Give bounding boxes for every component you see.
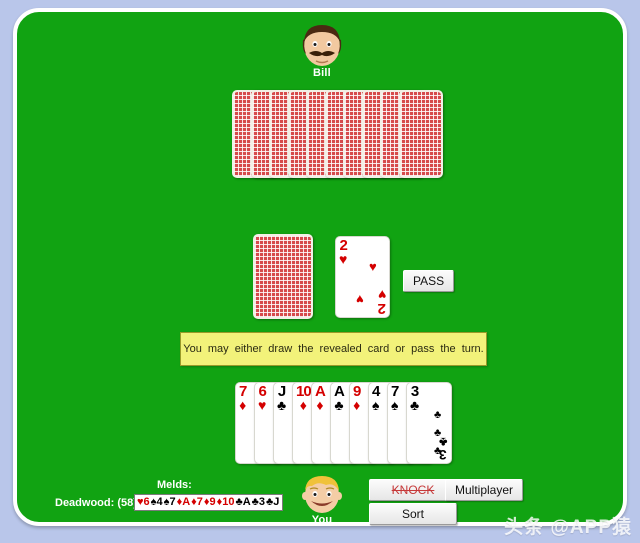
status-message-banner: You may either draw the revealed card or… — [180, 332, 487, 366]
opponent-avatar — [262, 20, 382, 66]
discard-pip-top: ♥ — [369, 259, 377, 274]
card-corner-index: 4 ♠ — [372, 384, 380, 413]
deadwood-card: ♦10 — [216, 496, 235, 508]
discard-rank-bottom: 2 — [378, 300, 386, 317]
player-avatar — [262, 473, 382, 513]
deadwood-label: Deadwood: (58) — [55, 497, 137, 509]
player-hand[interactable]: 7 ♦ 6 ♥ J ♣ 10 ♦ A ♦ A ♣ 9 ♦ 4 ♠ 7 ♠ 3 ♣ ♣ ♣ ♣ 3 ♣ — [235, 382, 452, 464]
deadwood-card-list: ♥6♠4♠7♦A♦7♦9♦10♣A♣3♣J — [134, 494, 284, 511]
opponent-avatar-block: Bill — [262, 20, 382, 79]
card-corner-index: 10 ♦ — [296, 384, 312, 413]
suit-icon: ♦ — [353, 397, 361, 413]
suit-icon: ♣ — [410, 397, 420, 413]
blond-boy-face-icon — [302, 476, 342, 513]
player-avatar-block: You — [262, 473, 382, 526]
game-table: Bill 2 ♥ ♥ ♥ 2 ♥ PASS You may either dra… — [13, 8, 627, 526]
suit-icon: ♣ — [277, 397, 287, 413]
pass-button[interactable]: PASS — [403, 270, 455, 292]
suit-icon: ♣ — [334, 397, 344, 413]
heart-icon: ♥ — [339, 251, 348, 267]
heart-icon-bottom: ♥ — [377, 287, 386, 303]
card-corner-index: A ♣ — [334, 384, 345, 413]
suit-icon: ♥ — [258, 397, 267, 413]
opponent-hand — [232, 90, 443, 178]
stock-pile-card[interactable] — [253, 234, 313, 319]
player-name-label: You — [311, 514, 333, 526]
card-corner-index: 7 ♠ — [391, 384, 399, 413]
man-face-mustache-icon — [302, 25, 342, 66]
card-pip: ♣ — [434, 409, 442, 421]
suit-icon: ♠ — [391, 397, 399, 413]
card-rank-bottom: 3 — [440, 447, 448, 463]
discard-pip-bottom: ♥ — [356, 292, 364, 307]
opponent-name-label: Bill — [313, 67, 331, 79]
suit-icon: ♦ — [299, 397, 307, 413]
card-corner-index: 6 ♥ — [258, 384, 267, 413]
discard-corner-index-bottom: 2 ♥ — [377, 287, 386, 317]
card-back-pattern — [255, 236, 311, 317]
suit-icon-bottom: ♣ — [439, 435, 448, 450]
opponent-card — [398, 90, 443, 178]
game-page: Bill 2 ♥ ♥ ♥ 2 ♥ PASS You may either dra… — [0, 0, 640, 543]
deadwood-card: ♠7 — [163, 496, 176, 508]
card-corner-index: 3 ♣ — [410, 384, 419, 412]
watermark-text: 头条 @APP猿 — [504, 517, 632, 538]
melds-label: Melds: — [157, 479, 192, 491]
knock-button[interactable]: KNOCK — [369, 479, 457, 501]
suit-icon: ♦ — [239, 397, 247, 413]
card-corner-index: J ♣ — [277, 384, 286, 412]
sort-button[interactable]: Sort — [369, 503, 457, 525]
card-corner-index: 7 ♦ — [239, 384, 247, 413]
deadwood-card: ♦A — [176, 496, 191, 508]
deadwood-card: ♦9 — [203, 496, 216, 508]
suit-icon: ♠ — [372, 397, 380, 413]
deadwood-card: ♥6 — [137, 496, 150, 508]
deadwood-card: ♦7 — [191, 496, 203, 508]
discard-pile-card[interactable]: 2 ♥ ♥ ♥ 2 ♥ — [335, 236, 390, 318]
card-corner-index: 9 ♦ — [353, 384, 361, 413]
card-corner-index-bottom: 3 ♣ — [439, 435, 448, 463]
player-card[interactable]: 3 ♣ ♣ ♣ ♣ 3 ♣ — [406, 382, 452, 464]
suit-icon: ♦ — [316, 397, 324, 413]
card-corner-index: A ♦ — [315, 384, 326, 413]
card-back-pattern — [400, 92, 441, 176]
multiplayer-button[interactable]: Multiplayer — [445, 479, 524, 501]
deadwood-card: ♠4 — [150, 496, 163, 508]
discard-corner-index: 2 ♥ — [339, 238, 348, 267]
deadwood-card: ♣A — [235, 496, 251, 508]
